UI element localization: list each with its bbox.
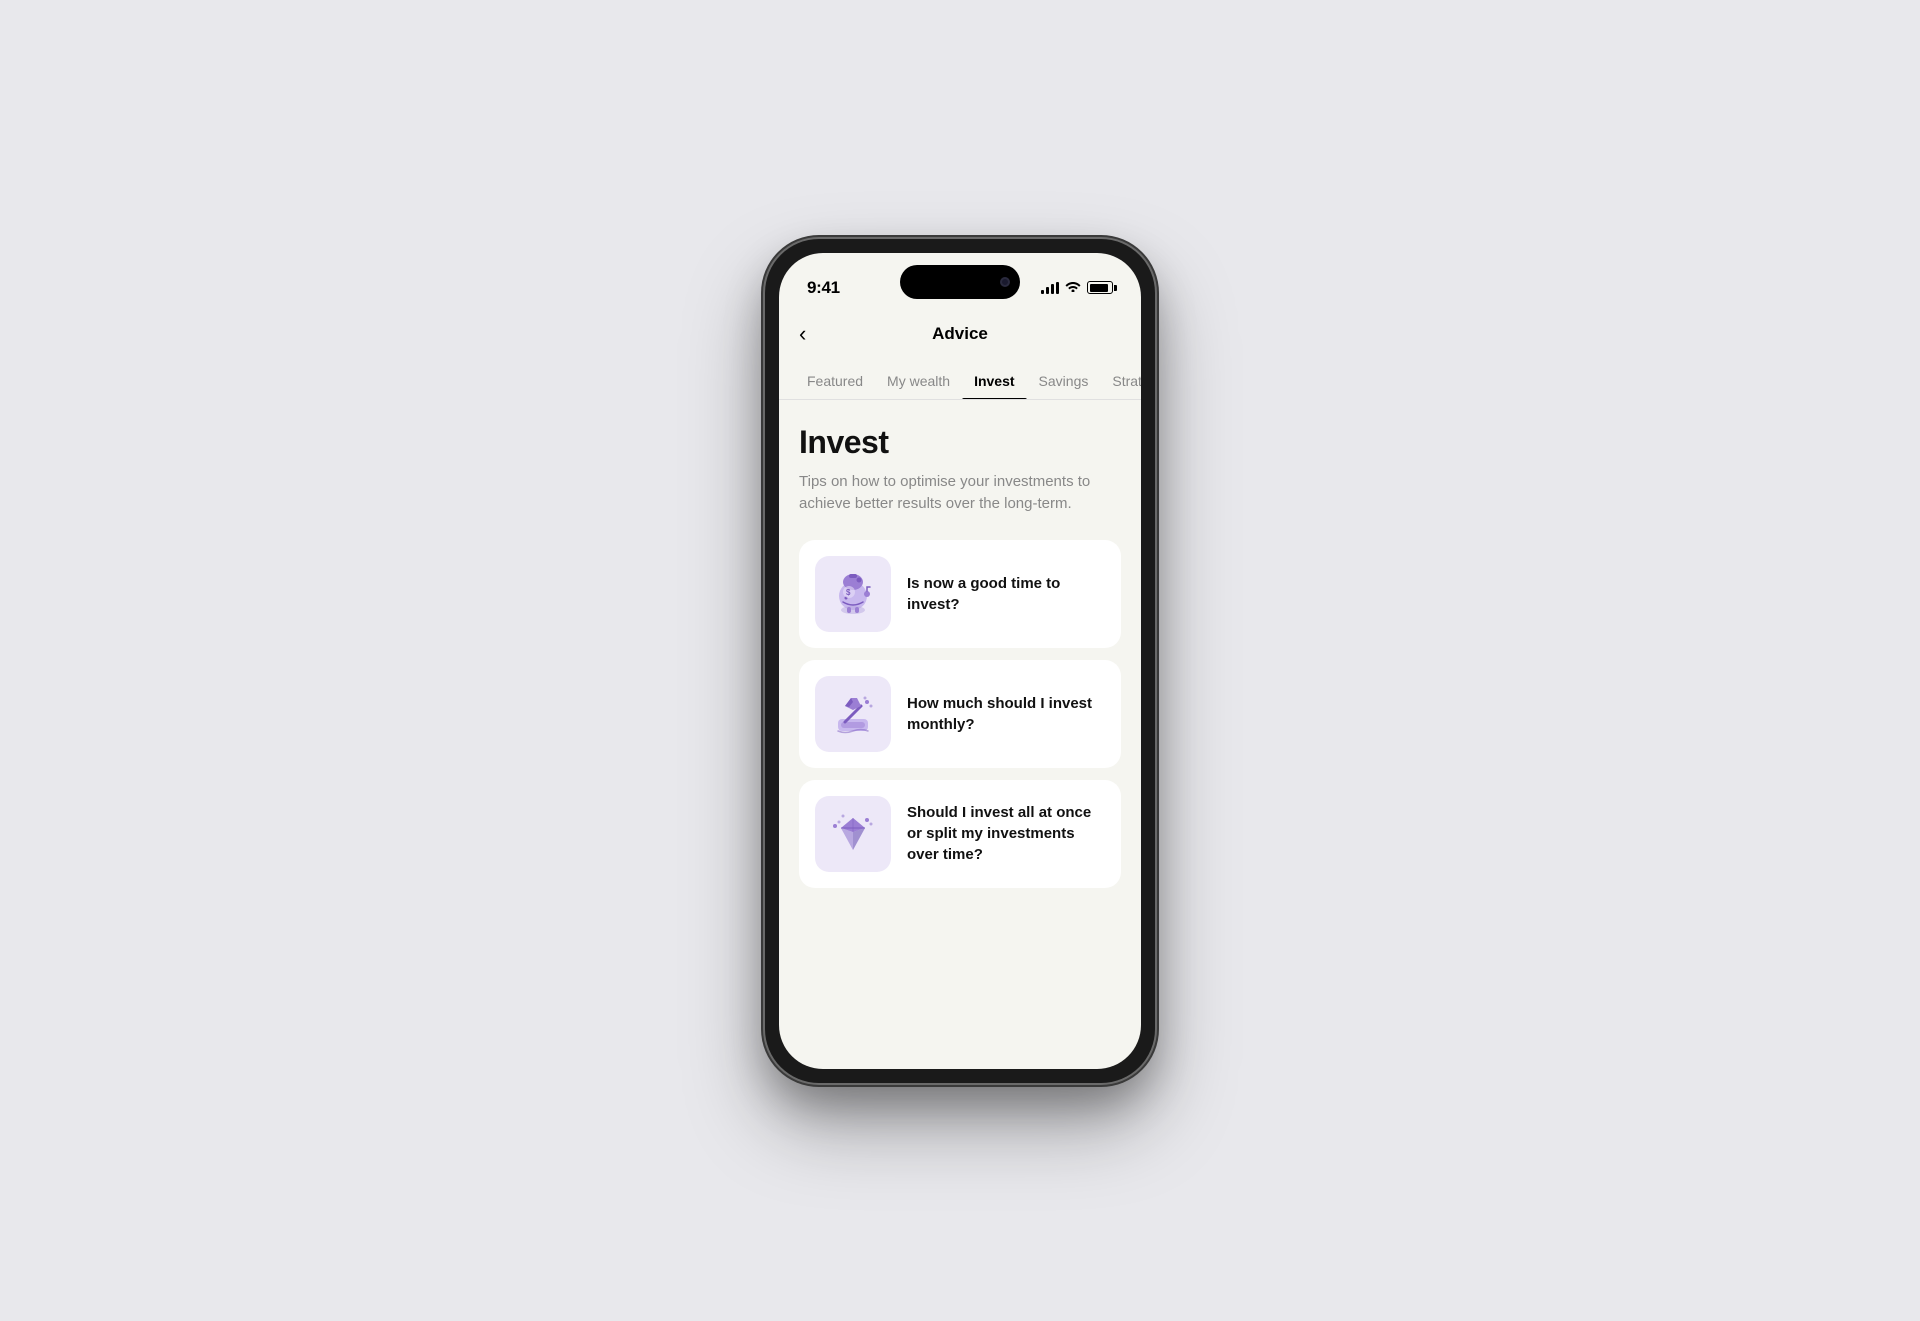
article-title-2: How much should I invest monthly?: [907, 693, 1105, 735]
page-title: Advice: [932, 324, 988, 344]
article-title-3: Should I invest all at once or split my …: [907, 802, 1105, 865]
dynamic-island: [900, 265, 1020, 299]
article-icon-bg-1: $: [815, 556, 891, 632]
articles-list: $ Is now a good time to invest?: [799, 540, 1121, 898]
section-title: Invest: [799, 424, 1121, 461]
article-card-2[interactable]: How much should I invest monthly?: [799, 660, 1121, 768]
pickaxe-icon: [823, 684, 883, 744]
signal-icon: [1041, 282, 1059, 294]
phone-device: 9:41: [765, 239, 1155, 1083]
article-icon-bg-2: [815, 676, 891, 752]
section-description: Tips on how to optimise your investments…: [799, 471, 1121, 516]
status-time: 9:41: [807, 278, 840, 298]
phone-screen: 9:41: [779, 253, 1141, 1069]
tab-featured[interactable]: Featured: [795, 363, 875, 399]
back-button[interactable]: ‹: [799, 317, 814, 351]
status-icons: [1041, 280, 1113, 295]
wifi-icon: [1065, 280, 1081, 295]
article-icon-bg-3: [815, 796, 891, 872]
tab-invest[interactable]: Invest: [962, 363, 1026, 399]
svg-text:$: $: [846, 588, 851, 597]
main-content: Invest Tips on how to optimise your inve…: [779, 400, 1141, 918]
article-card-1[interactable]: $ Is now a good time to invest?: [799, 540, 1121, 648]
battery-icon: [1087, 281, 1113, 294]
piggy-bank-icon: $: [823, 564, 883, 624]
tab-bar: Featured My wealth Invest Savings Strate…: [779, 363, 1141, 400]
tab-strategy[interactable]: Strategy: [1100, 363, 1141, 399]
diamond-icon: [823, 804, 883, 864]
tab-savings[interactable]: Savings: [1027, 363, 1101, 399]
tab-my-wealth[interactable]: My wealth: [875, 363, 962, 399]
camera-dot: [1000, 277, 1010, 287]
article-title-1: Is now a good time to invest?: [907, 573, 1105, 615]
article-card-3[interactable]: Should I invest all at once or split my …: [799, 780, 1121, 888]
nav-header: ‹ Advice: [779, 309, 1141, 363]
